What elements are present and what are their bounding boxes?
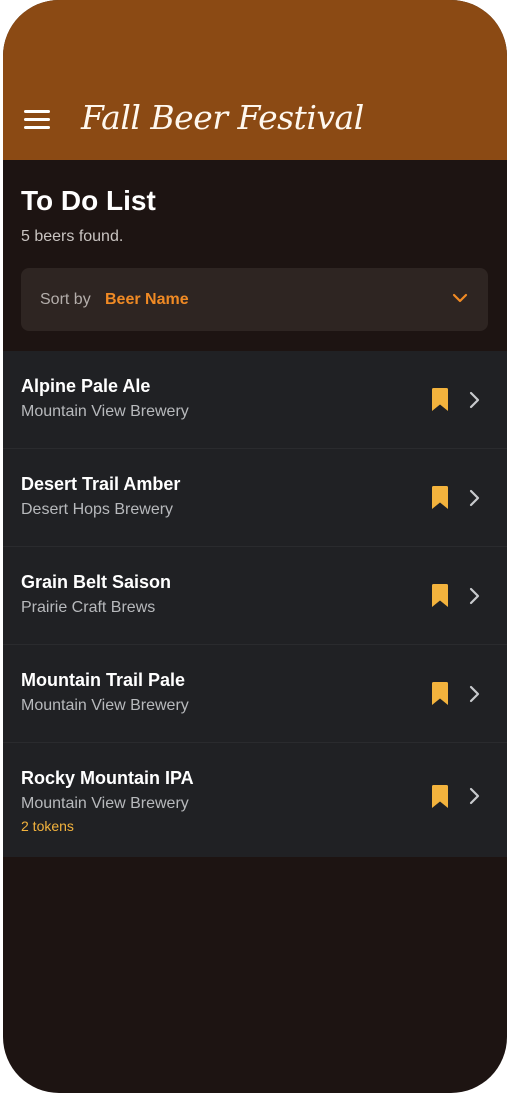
beer-name: Mountain Trail Pale bbox=[21, 670, 186, 690]
beer-name: Alpine Pale Ale bbox=[21, 376, 151, 396]
token-count: 2 tokens bbox=[21, 818, 74, 834]
list-item[interactable]: Desert Trail Amber Desert Hops Brewery bbox=[3, 449, 507, 547]
bookmark-icon[interactable] bbox=[432, 785, 448, 808]
sort-value: Beer Name bbox=[105, 291, 189, 308]
page-title: To Do List bbox=[21, 185, 156, 216]
sort-dropdown[interactable]: Sort by Beer Name bbox=[21, 268, 488, 331]
list-item[interactable]: Grain Belt Saison Prairie Craft Brews bbox=[3, 547, 507, 645]
bookmark-icon[interactable] bbox=[432, 584, 448, 607]
list-item[interactable]: Alpine Pale Ale Mountain View Brewery bbox=[3, 351, 507, 449]
beer-name: Grain Belt Saison bbox=[21, 572, 172, 592]
bookmark-icon[interactable] bbox=[432, 388, 448, 411]
sort-label: Sort by bbox=[40, 291, 91, 308]
chevron-right-icon bbox=[469, 787, 480, 805]
brewery-name: Mountain View Brewery bbox=[21, 697, 189, 714]
app-header: Fall Beer Festival bbox=[3, 0, 507, 160]
beer-name: Desert Trail Amber bbox=[21, 474, 181, 494]
brewery-name: Mountain View Brewery bbox=[21, 795, 189, 812]
beer-list: Alpine Pale Ale Mountain View Brewery De… bbox=[3, 351, 507, 857]
phone-screen: Fall Beer Festival To Do List 5 beers fo… bbox=[3, 0, 507, 1093]
chevron-right-icon bbox=[469, 587, 480, 605]
bookmark-icon[interactable] bbox=[432, 486, 448, 509]
brewery-name: Prairie Craft Brews bbox=[21, 599, 156, 616]
chevron-down-icon bbox=[452, 293, 468, 303]
bookmark-icon[interactable] bbox=[432, 682, 448, 705]
app-title: Fall Beer Festival bbox=[81, 98, 364, 137]
result-count: 5 beers found. bbox=[21, 228, 124, 245]
chevron-right-icon bbox=[469, 391, 480, 409]
list-item[interactable]: Mountain Trail Pale Mountain View Brewer… bbox=[3, 645, 507, 743]
brewery-name: Mountain View Brewery bbox=[21, 403, 189, 420]
chevron-right-icon bbox=[469, 685, 480, 703]
beer-name: Rocky Mountain IPA bbox=[21, 768, 194, 788]
list-item[interactable]: Rocky Mountain IPA Mountain View Brewery… bbox=[3, 743, 507, 857]
brewery-name: Desert Hops Brewery bbox=[21, 501, 174, 518]
chevron-right-icon bbox=[469, 489, 480, 507]
hamburger-menu-icon[interactable] bbox=[24, 110, 52, 130]
